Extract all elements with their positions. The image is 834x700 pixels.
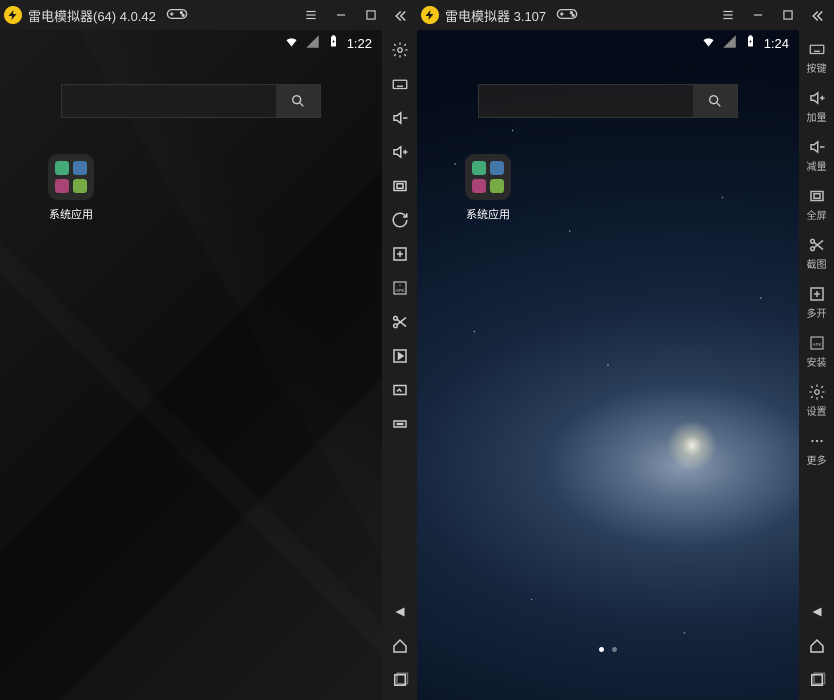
back-icon[interactable]	[390, 602, 410, 622]
fullscreen-icon[interactable]	[390, 176, 410, 196]
emulator-screen-left[interactable]: 1:22 系统应用	[0, 30, 382, 700]
keyboard-icon[interactable]	[390, 74, 410, 94]
app-logo-icon	[4, 6, 22, 24]
collapse-icon[interactable]	[390, 6, 410, 26]
android-statusbar: 1:24	[691, 30, 799, 56]
fullscreen-button[interactable]: 全屏	[802, 187, 832, 222]
android-statusbar: 1:22	[274, 30, 382, 56]
clock-text: 1:22	[347, 36, 372, 51]
search-input[interactable]	[479, 94, 693, 109]
rotate-icon[interactable]	[390, 210, 410, 230]
signal-icon	[722, 34, 737, 52]
back-icon[interactable]	[807, 602, 827, 622]
add-icon[interactable]	[390, 244, 410, 264]
svg-text:+: +	[398, 284, 400, 288]
search-input[interactable]	[62, 94, 276, 109]
screenshot-icon[interactable]	[390, 380, 410, 400]
clock-text: 1:24	[764, 36, 789, 51]
battery-icon	[326, 34, 341, 52]
scissors-icon[interactable]	[390, 312, 410, 332]
search-button[interactable]	[276, 85, 320, 117]
svg-text:APK: APK	[812, 342, 821, 347]
menu-button[interactable]	[299, 3, 323, 27]
apk-icon[interactable]: +APK	[390, 278, 410, 298]
maximize-button[interactable]	[776, 3, 800, 27]
recent-icon[interactable]	[807, 670, 827, 690]
search-box[interactable]	[478, 84, 738, 118]
signal-icon	[305, 34, 320, 52]
battery-icon	[743, 34, 758, 52]
app-logo-icon	[421, 6, 439, 24]
volume-down-button[interactable]: 减量	[802, 138, 832, 173]
home-icon[interactable]	[390, 636, 410, 656]
multi-instance-button[interactable]: 多开	[802, 285, 832, 320]
page-indicator	[599, 647, 617, 652]
keymap-button[interactable]: 按键	[802, 40, 832, 75]
search-box[interactable]	[61, 84, 321, 118]
more-icon[interactable]	[390, 414, 410, 434]
maximize-button[interactable]	[359, 3, 383, 27]
volume-down-icon[interactable]	[390, 108, 410, 128]
install-apk-button[interactable]: APK安装	[802, 334, 832, 369]
play-icon[interactable]	[390, 346, 410, 366]
toolbar-left: +APK	[382, 0, 417, 700]
home-icon[interactable]	[807, 636, 827, 656]
titlebar-right: 雷电模拟器 3.107	[417, 0, 834, 30]
titlebar-left: 雷电模拟器(64) 4.0.42	[0, 0, 417, 30]
window-title: 雷电模拟器(64) 4.0.42	[28, 6, 156, 25]
minimize-button[interactable]	[329, 3, 353, 27]
emulator-screen-right[interactable]: 1:24 系统应用	[417, 30, 799, 700]
minimize-button[interactable]	[746, 3, 770, 27]
search-button[interactable]	[693, 85, 737, 117]
svg-text:APK: APK	[395, 288, 404, 293]
menu-button[interactable]	[716, 3, 740, 27]
gamepad-icon[interactable]	[552, 7, 578, 24]
volume-up-button[interactable]: 加量	[802, 89, 832, 124]
folder-icon	[48, 154, 94, 200]
collapse-icon[interactable]	[807, 6, 827, 26]
folder-icon	[465, 154, 511, 200]
volume-up-icon[interactable]	[390, 142, 410, 162]
settings-icon[interactable]	[390, 40, 410, 60]
system-apps-folder[interactable]: 系统应用	[459, 154, 517, 222]
toolbar-right: 按键 加量 减量 全屏 截图 多开 APK安装 设置 更多	[799, 0, 834, 700]
window-title: 雷电模拟器 3.107	[445, 6, 546, 25]
system-apps-folder[interactable]: 系统应用	[42, 154, 100, 222]
settings-button[interactable]: 设置	[802, 383, 832, 418]
recent-icon[interactable]	[390, 670, 410, 690]
more-button[interactable]: 更多	[802, 432, 832, 467]
screenshot-button[interactable]: 截图	[802, 236, 832, 271]
app-label: 系统应用	[49, 206, 93, 222]
gamepad-icon[interactable]	[162, 7, 188, 24]
wifi-icon	[284, 34, 299, 52]
app-label: 系统应用	[466, 206, 510, 222]
wifi-icon	[701, 34, 716, 52]
